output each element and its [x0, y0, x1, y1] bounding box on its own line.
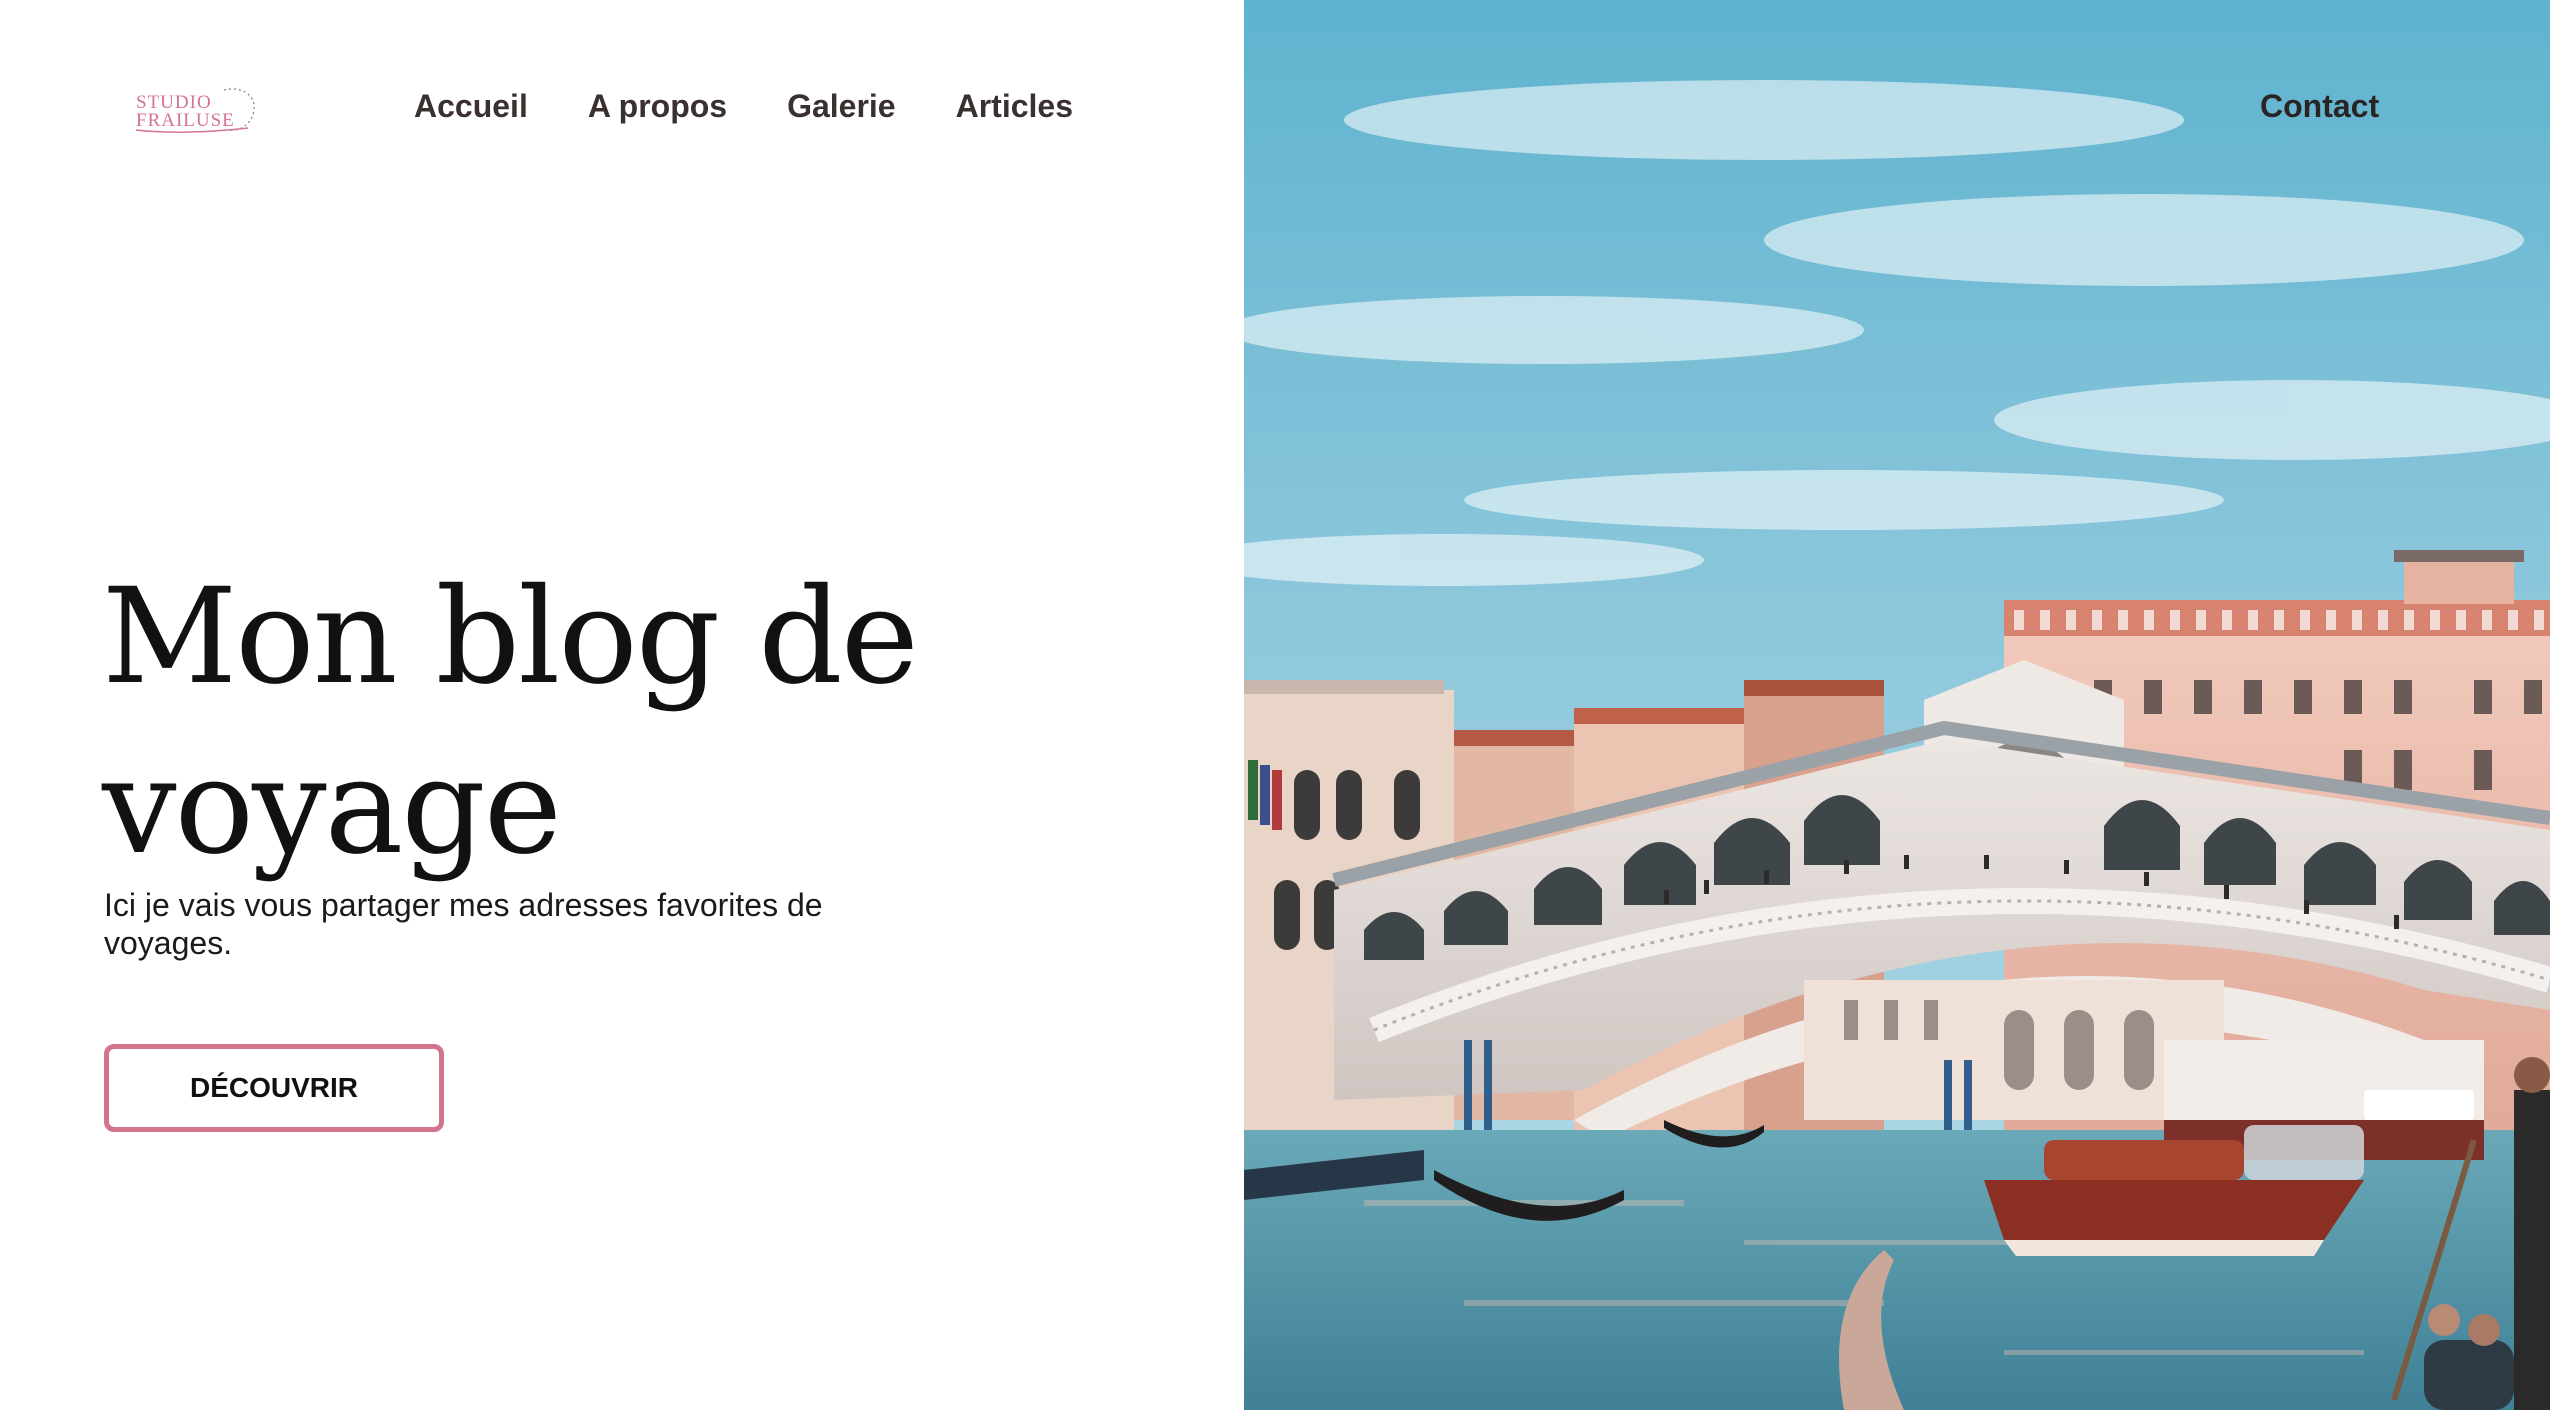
venice-photo-illustration	[1244, 0, 2550, 1410]
landing-page: STUDIO FRAILUSE Accueil A propos Galerie…	[0, 0, 2550, 1410]
discover-button[interactable]: DÉCOUVRIR	[104, 1044, 444, 1132]
hero-title: Mon blog de voyage	[102, 560, 919, 884]
nav-item-galerie[interactable]: Galerie	[787, 88, 896, 125]
logo-text-line2: FRAILUSE	[136, 110, 235, 131]
nav-item-accueil[interactable]: Accueil	[414, 88, 528, 125]
nav-item-a-propos[interactable]: A propos	[588, 88, 727, 125]
main-nav: Accueil A propos Galerie Articles	[414, 88, 1073, 125]
nav-item-articles[interactable]: Articles	[956, 88, 1073, 125]
nav-item-contact[interactable]: Contact	[2260, 88, 2379, 125]
hero-content-panel: STUDIO FRAILUSE Accueil A propos Galerie…	[0, 0, 1244, 1410]
brand-logo[interactable]: STUDIO FRAILUSE	[132, 84, 262, 144]
hero-photo	[1244, 0, 2550, 1410]
hero-subtitle: Ici je vais vous partager mes adresses f…	[104, 887, 823, 961]
